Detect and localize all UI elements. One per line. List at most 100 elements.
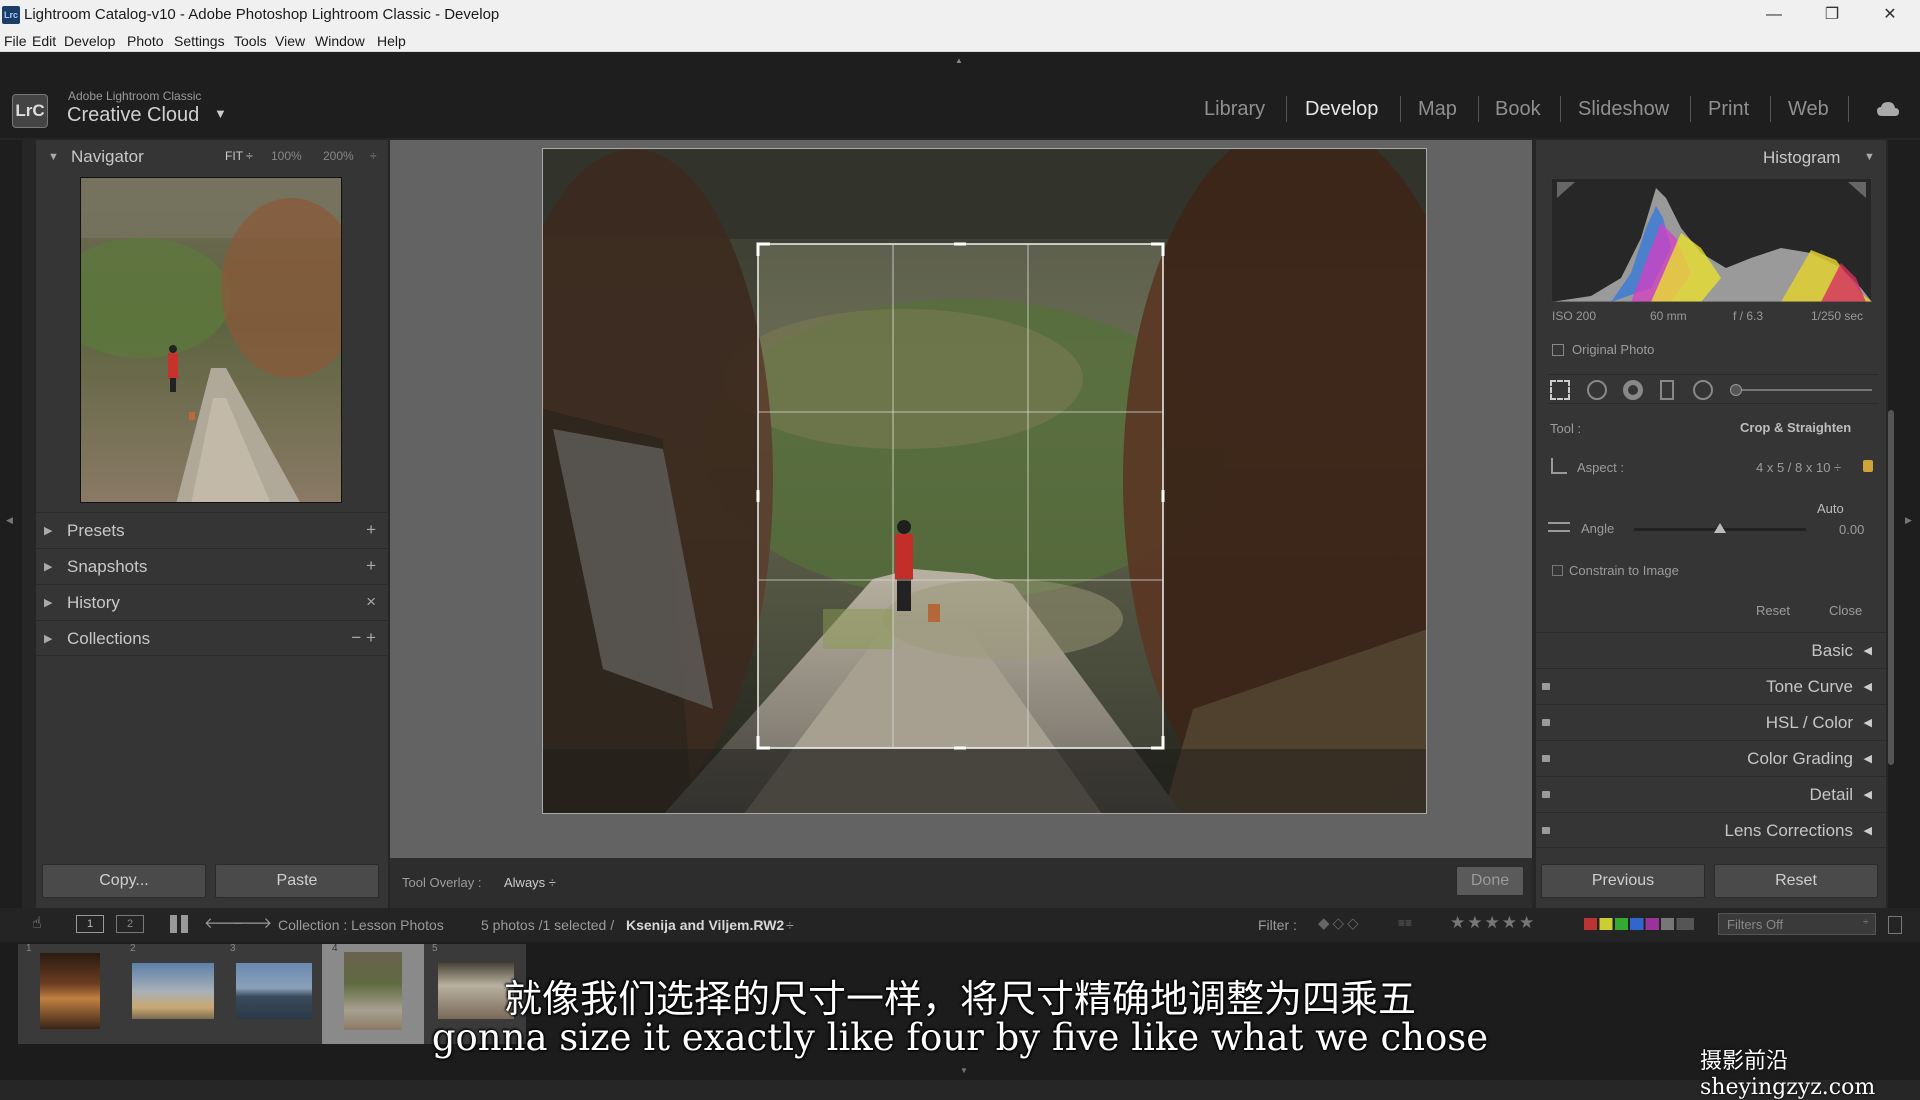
module-book[interactable]: Book <box>1495 98 1541 121</box>
tone-curve-section[interactable]: Tone Curve ◀ <box>1536 668 1886 704</box>
reset-button[interactable]: Reset <box>1714 864 1878 898</box>
tone-curve-toggle[interactable] <box>1542 683 1550 690</box>
red-eye-icon[interactable] <box>1623 380 1643 400</box>
angle-slider-thumb[interactable] <box>1714 523 1726 533</box>
menu-edit[interactable]: Edit <box>32 33 56 49</box>
menu-window[interactable]: Window <box>315 33 365 49</box>
second-window-button[interactable]: 2 <box>116 915 144 933</box>
menu-help[interactable]: Help <box>377 33 406 49</box>
navigator-collapse-icon[interactable]: ▼ <box>48 151 59 163</box>
menu-view[interactable]: View <box>275 33 305 49</box>
right-panel-scrollbar[interactable] <box>1888 410 1894 765</box>
angle-value[interactable]: 0.00 <box>1839 522 1864 537</box>
detail-toggle[interactable] <box>1542 791 1550 798</box>
module-web[interactable]: Web <box>1788 98 1829 121</box>
snapshots-section[interactable]: ▶ Snapshots + <box>36 548 388 584</box>
lens-corrections-expand-icon[interactable]: ◀ <box>1864 824 1872 837</box>
add-snapshot-button[interactable]: + <box>366 556 376 576</box>
brand-dropdown-icon[interactable]: ▼ <box>214 106 227 121</box>
spot-removal-icon[interactable] <box>1587 380 1607 400</box>
filter-lock-icon[interactable] <box>1888 916 1902 934</box>
crop-frame-icon[interactable] <box>1551 458 1567 474</box>
basic-expand-icon[interactable]: ◀ <box>1864 644 1872 657</box>
shadow-clipping-icon[interactable] <box>1557 182 1575 198</box>
radial-filter-icon[interactable] <box>1693 380 1713 400</box>
lens-corrections-toggle[interactable] <box>1542 827 1550 834</box>
done-button[interactable]: Done <box>1456 866 1524 896</box>
selected-file-name[interactable]: Ksenija and Viljem.RW2 <box>626 917 784 933</box>
minimize-button[interactable]: — <box>1754 3 1794 27</box>
basic-section[interactable]: Basic ◀ <box>1536 632 1886 668</box>
collections-expand-icon[interactable]: ▶ <box>44 632 52 645</box>
aspect-lock-icon[interactable] <box>1863 460 1873 472</box>
detail-expand-icon[interactable]: ◀ <box>1864 788 1872 801</box>
straighten-tool-icon[interactable] <box>1548 522 1570 532</box>
tool-overlay-select[interactable]: Always ÷ <box>504 875 556 890</box>
navigator-preview[interactable] <box>80 177 342 503</box>
cloud-sync-icon[interactable] <box>1876 100 1900 118</box>
left-panel-toggle-icon[interactable]: ◀ <box>6 515 13 526</box>
clear-history-button[interactable]: × <box>366 592 376 612</box>
module-print[interactable]: Print <box>1708 98 1749 121</box>
main-window-button[interactable]: 1 <box>76 915 104 933</box>
color-grading-expand-icon[interactable]: ◀ <box>1864 752 1872 765</box>
grid-view-icon[interactable] <box>170 915 188 933</box>
zoom-200[interactable]: 200% <box>323 149 354 163</box>
paste-button[interactable]: Paste <box>215 864 379 898</box>
close-window-button[interactable]: ✕ <box>1870 3 1910 27</box>
constrain-checkbox[interactable] <box>1552 565 1563 576</box>
hand-icon[interactable]: ☝ <box>32 913 48 935</box>
detail-section[interactable]: Detail ◀ <box>1536 776 1886 812</box>
menu-tools[interactable]: Tools <box>234 33 267 49</box>
crop-reset-button[interactable]: Reset <box>1756 603 1790 618</box>
navigator-title[interactable]: Navigator <box>71 147 144 167</box>
copy-button[interactable]: Copy... <box>42 864 206 898</box>
history-expand-icon[interactable]: ▶ <box>44 596 52 609</box>
zoom-fit[interactable]: FIT ÷ <box>225 149 253 163</box>
right-panel-toggle-icon[interactable]: ▶ <box>1905 515 1912 526</box>
hsl-expand-icon[interactable]: ◀ <box>1864 716 1872 729</box>
original-photo-checkbox[interactable] <box>1552 344 1564 356</box>
lens-corrections-section[interactable]: Lens Corrections ◀ <box>1536 812 1886 848</box>
hsl-toggle[interactable] <box>1542 719 1550 726</box>
module-map[interactable]: Map <box>1418 98 1457 121</box>
brush-tool-slider[interactable] <box>1730 389 1872 391</box>
histogram[interactable] <box>1550 177 1873 303</box>
crop-close-button[interactable]: Close <box>1829 603 1862 618</box>
top-panel-toggle-icon[interactable]: ▲ <box>955 56 965 65</box>
tone-curve-expand-icon[interactable]: ◀ <box>1864 680 1872 693</box>
brush-tool-icon[interactable] <box>1730 384 1742 396</box>
menu-file[interactable]: File <box>4 33 27 49</box>
aspect-select[interactable]: 4 x 5 / 8 x 10 ÷ <box>1756 460 1841 475</box>
add-preset-button[interactable]: + <box>366 520 376 540</box>
snapshots-expand-icon[interactable]: ▶ <box>44 560 52 573</box>
auto-straighten-button[interactable]: Auto <box>1817 501 1844 516</box>
brand-identity-plate[interactable]: Creative Cloud <box>67 104 199 127</box>
color-label-filter[interactable] <box>1584 918 1694 930</box>
filters-dropdown[interactable]: Filters Off ÷ <box>1718 913 1876 935</box>
menu-settings[interactable]: Settings <box>174 33 225 49</box>
zoom-more[interactable]: ÷ <box>370 149 377 163</box>
collections-section[interactable]: ▶ Collections − + <box>36 620 388 656</box>
zoom-100[interactable]: 100% <box>271 149 302 163</box>
star-rating-filter[interactable]: ★★★★★ <box>1450 913 1536 933</box>
previous-button[interactable]: Previous <box>1541 864 1705 898</box>
collections-add-remove-buttons[interactable]: − + <box>351 628 376 648</box>
graduated-filter-icon[interactable] <box>1660 380 1674 400</box>
highlight-clipping-icon[interactable] <box>1848 182 1866 198</box>
color-grading-section[interactable]: Color Grading ◀ <box>1536 740 1886 776</box>
module-develop[interactable]: Develop <box>1305 98 1378 121</box>
collection-breadcrumb[interactable]: Collection : Lesson Photos <box>278 917 444 933</box>
history-section[interactable]: ▶ History × <box>36 584 388 620</box>
histogram-title[interactable]: Histogram <box>1763 148 1840 168</box>
rating-compare-icon[interactable]: ≡≡ <box>1398 916 1412 930</box>
forward-arrow-icon[interactable]: 🡒 <box>232 913 272 932</box>
restore-button[interactable]: ❐ <box>1812 3 1852 27</box>
hsl-color-section[interactable]: HSL / Color ◀ <box>1536 704 1886 740</box>
color-grading-toggle[interactable] <box>1542 755 1550 762</box>
presets-expand-icon[interactable]: ▶ <box>44 524 52 537</box>
menu-photo[interactable]: Photo <box>127 33 164 49</box>
histogram-collapse-icon[interactable]: ▼ <box>1864 151 1875 163</box>
module-library[interactable]: Library <box>1204 98 1265 121</box>
presets-section[interactable]: ▶ Presets + <box>36 512 388 548</box>
